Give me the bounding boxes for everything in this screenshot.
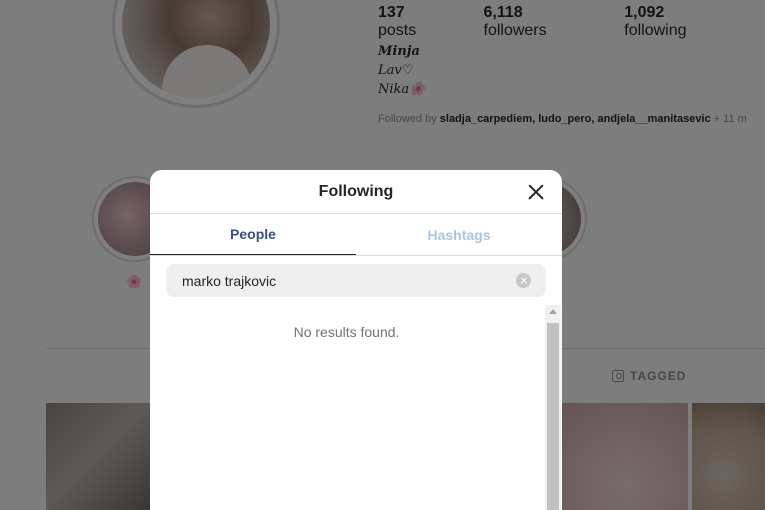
scroll-up-arrow-icon[interactable]: [549, 309, 557, 314]
close-icon[interactable]: [524, 180, 548, 204]
tab-people[interactable]: People: [150, 214, 356, 255]
modal-title: Following: [318, 182, 394, 200]
modal-scrollbar[interactable]: [545, 305, 561, 510]
scrollbar-thumb[interactable]: [547, 323, 559, 510]
search-box: [166, 264, 546, 297]
no-results-message: No results found.: [293, 324, 400, 340]
clear-search-icon[interactable]: [516, 273, 531, 288]
following-modal: Following People Hashtags No results fou…: [150, 170, 562, 510]
modal-header: Following: [150, 170, 562, 214]
modal-tabs: People Hashtags: [150, 214, 562, 256]
tab-hashtags[interactable]: Hashtags: [356, 214, 562, 255]
search-input[interactable]: [166, 264, 506, 297]
